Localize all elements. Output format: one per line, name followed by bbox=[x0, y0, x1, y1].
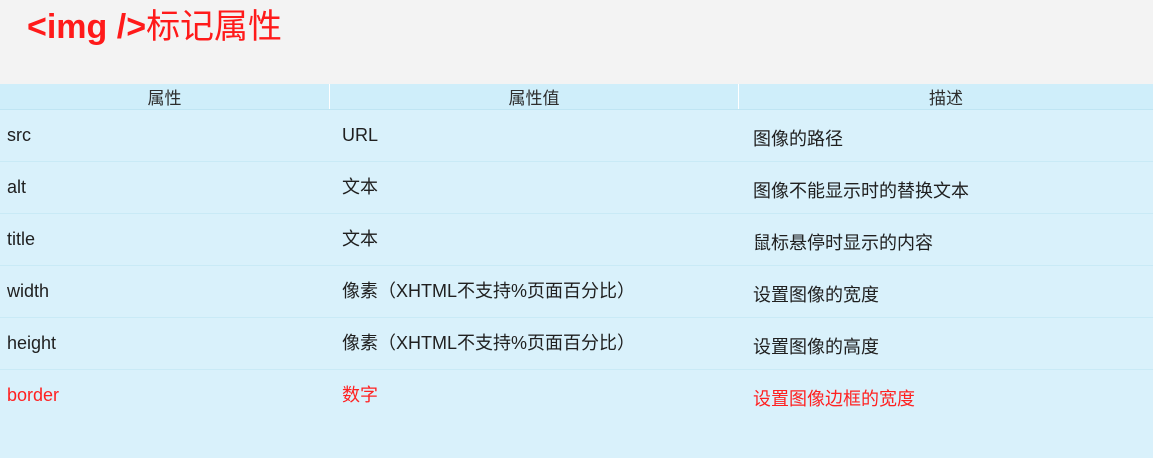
attribute-cell: src bbox=[7, 125, 31, 145]
attribute-cell: width bbox=[7, 281, 50, 301]
description-cell: 图像不能显示时的替换文本 bbox=[753, 181, 969, 201]
table-row: src URL 图像的路径 bbox=[0, 110, 1153, 162]
header-value: 属性值 bbox=[329, 84, 738, 109]
description-cell: 设置图像的高度 bbox=[753, 337, 879, 357]
attributes-table: 属性 属性值 描述 src URL 图像的路径 alt 文本 图像不能显示时的替… bbox=[0, 84, 1153, 458]
attribute-cell: title bbox=[7, 229, 36, 249]
title-text: 标记属性 bbox=[146, 8, 283, 46]
description-cell: 鼠标悬停时显示的内容 bbox=[753, 233, 933, 253]
value-cell: 数字 bbox=[342, 385, 378, 405]
description-cell: 设置图像的宽度 bbox=[753, 285, 879, 305]
page: { "title": { "tag": "<img />", "text": "… bbox=[0, 0, 1153, 458]
page-title: <img />标记属性 bbox=[27, 4, 282, 50]
table-row-highlighted: border 数字 设置图像边框的宽度 bbox=[0, 370, 1153, 422]
table-row: height 像素（XHTML不支持%页面百分比） 设置图像的高度 bbox=[0, 318, 1153, 370]
value-cell: 文本 bbox=[342, 177, 378, 197]
attribute-cell: height bbox=[7, 333, 57, 353]
header-attribute: 属性 bbox=[147, 89, 182, 108]
attribute-cell: border bbox=[7, 385, 60, 405]
table-header-row: 属性 属性值 描述 bbox=[0, 84, 1153, 110]
description-cell: 设置图像边框的宽度 bbox=[753, 389, 915, 409]
table-row: alt 文本 图像不能显示时的替换文本 bbox=[0, 162, 1153, 214]
attribute-cell: alt bbox=[7, 177, 27, 197]
table-row: title 文本 鼠标悬停时显示的内容 bbox=[0, 214, 1153, 266]
header-description: 描述 bbox=[738, 84, 1153, 109]
value-cell: 文本 bbox=[342, 229, 378, 249]
description-cell: 图像的路径 bbox=[753, 129, 843, 149]
table-row: width 像素（XHTML不支持%页面百分比） 设置图像的宽度 bbox=[0, 266, 1153, 318]
value-cell: 像素（XHTML不支持%页面百分比） bbox=[342, 281, 636, 301]
title-tag: <img /> bbox=[27, 8, 147, 46]
value-cell: URL bbox=[342, 125, 379, 145]
value-cell: 像素（XHTML不支持%页面百分比） bbox=[342, 333, 636, 353]
